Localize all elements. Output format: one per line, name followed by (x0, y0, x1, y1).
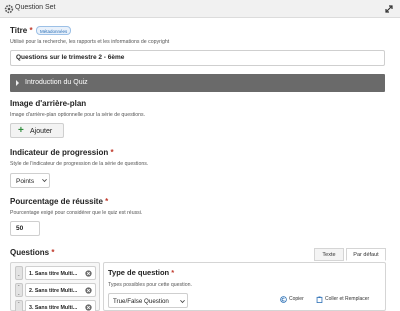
paste-icon (316, 296, 323, 303)
required-mark: * (29, 26, 33, 35)
window-titlebar: Question Set (0, 0, 400, 18)
required-mark: * (110, 148, 114, 157)
question-item-label: 2. Sans titre Multi... (29, 288, 78, 294)
intro-accordion[interactable]: Introduction du Quiz (10, 74, 385, 92)
progress-select-value: Points (16, 178, 35, 185)
list-item[interactable]: ⌄ 1. Sans titre Multi... (13, 266, 99, 280)
question-item[interactable]: 2. Sans titre Multi... (25, 283, 96, 297)
required-mark: * (105, 197, 109, 206)
arrow-down-icon: ⌄ (17, 272, 21, 277)
gear-icon (4, 4, 14, 14)
close-icon[interactable] (85, 270, 92, 277)
metadata-badge[interactable]: Métadonnées (36, 26, 72, 35)
arrow-up-icon: ⌃ (17, 301, 21, 306)
close-icon[interactable] (85, 287, 92, 294)
question-type-value: True/False Question (113, 298, 169, 305)
copy-label: Copier (289, 296, 304, 302)
question-type-label: Type de question * (108, 268, 174, 277)
question-item-label: 3. Sans titre Multi... (29, 305, 78, 311)
paste-replace-label: Coller et Remplacer (325, 296, 370, 302)
tab-text[interactable]: Texte (314, 248, 344, 261)
progress-select[interactable]: Points (10, 173, 50, 188)
chevron-down-icon (42, 178, 47, 183)
add-image-button[interactable]: + Ajouter (10, 123, 64, 138)
intro-accordion-label: Introduction du Quiz (25, 79, 88, 86)
pass-field-label: Pourcentage de réussite * (10, 197, 108, 206)
question-item-label: 1. Sans titre Multi... (29, 271, 78, 277)
expand-icon[interactable] (384, 4, 394, 14)
arrow-down-icon: ⌄ (17, 291, 21, 296)
drag-handle[interactable]: ⌄ (15, 266, 23, 280)
close-icon[interactable] (85, 304, 92, 311)
title-field-label: Titre * (10, 26, 33, 35)
tab-default[interactable]: Par défaut (346, 248, 386, 261)
window-title: Question Set (15, 4, 56, 11)
drag-handle[interactable]: ⌃ (15, 300, 23, 311)
plus-icon: + (18, 125, 24, 136)
question-item[interactable]: 3. Sans titre Multi... (25, 300, 96, 311)
progress-field-label: Indicateur de progression * (10, 148, 114, 157)
list-item[interactable]: ⌃ ⌄ 2. Sans titre Multi... (13, 283, 99, 297)
required-mark: * (51, 248, 55, 257)
pass-label-text: Pourcentage de réussite (10, 197, 103, 206)
list-item[interactable]: ⌃ 3. Sans titre Multi... (13, 300, 99, 311)
question-item[interactable]: 1. Sans titre Multi... (25, 266, 96, 280)
question-type-label-text: Type de question (108, 268, 170, 277)
background-description: Image d'arrière-plan optionnelle pour la… (10, 112, 146, 118)
pass-description: Pourcentage exigé pour considérer que le… (10, 210, 143, 216)
questions-label-text: Questions (10, 248, 50, 257)
required-mark: * (171, 268, 175, 277)
chevron-down-icon (180, 299, 185, 304)
background-label: Image d'arrière-plan (10, 99, 87, 108)
progress-description: Style de l'indicateur de progression de … (10, 161, 149, 167)
question-type-select[interactable]: True/False Question (108, 293, 188, 308)
caret-right-icon (16, 80, 19, 86)
arrow-up-icon: ⌃ (17, 284, 21, 289)
questions-list: ⌄ 1. Sans titre Multi... ⌃ ⌄ 2. Sans tit… (10, 262, 100, 311)
progress-label-text: Indicateur de progression (10, 148, 109, 157)
drag-handle[interactable]: ⌃ ⌄ (15, 283, 23, 297)
add-image-label: Ajouter (30, 128, 53, 135)
title-label-text: Titre (10, 26, 28, 35)
copy-icon (280, 296, 287, 303)
questions-field-label: Questions * (10, 248, 54, 257)
title-input[interactable]: Questions sur le trimestre 2 - 6ème (10, 50, 385, 66)
title-description: Utilisé pour la recherche, les rapports … (10, 39, 170, 45)
pass-percentage-input[interactable]: 50 (10, 221, 40, 236)
question-type-description: Types possibles pour cette question. (108, 282, 192, 288)
